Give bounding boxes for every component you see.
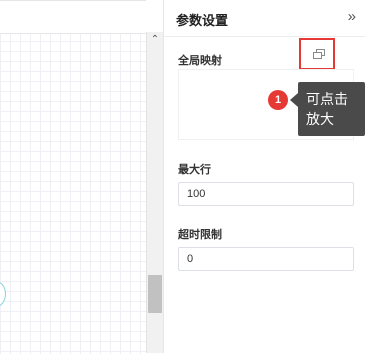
tooltip-line-2: 放大 (306, 111, 334, 127)
step-badge: 1 (268, 90, 288, 110)
zoom-tooltip: 可点击 放大 (298, 82, 365, 136)
max-rows-label: 最大行 (178, 164, 211, 176)
tooltip-line-1: 可点击 (306, 91, 348, 107)
settings-panel: 参数设置 » 全局映射 最大行 100 超时限制 0 (163, 0, 365, 353)
global-mapping-label: 全局映射 (178, 55, 222, 67)
vertical-scrollbar[interactable]: ⌃ (146, 32, 163, 353)
flow-node[interactable] (0, 281, 6, 307)
flow-canvas[interactable] (0, 0, 146, 354)
panel-header: 参数设置 » (164, 0, 365, 37)
expand-highlight-box (299, 38, 335, 70)
panel-title: 参数设置 (176, 13, 229, 28)
scrollbar-thumb[interactable] (148, 275, 162, 313)
max-rows-input[interactable]: 100 (178, 182, 354, 206)
timeout-limit-input[interactable]: 0 (178, 247, 354, 271)
tooltip-arrow (290, 93, 298, 107)
canvas-toolbar (0, 1, 146, 34)
scroll-up-arrow-icon[interactable]: ⌃ (147, 32, 163, 48)
timeout-limit-label: 超时限制 (178, 229, 222, 241)
collapse-panel-icon[interactable]: » (348, 8, 356, 25)
expand-window-icon[interactable] (313, 49, 325, 59)
